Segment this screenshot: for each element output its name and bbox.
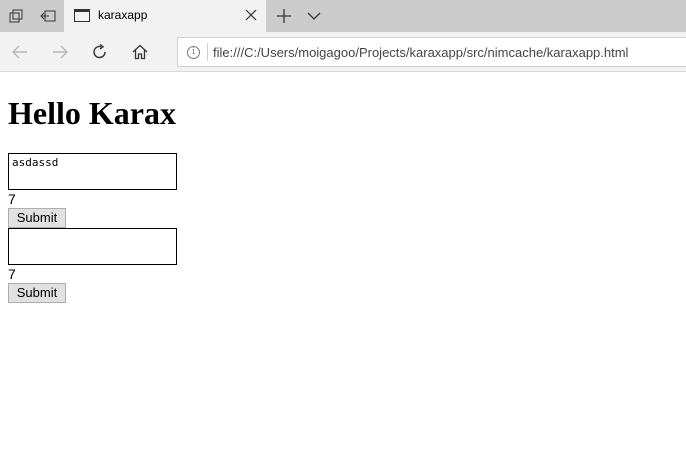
page-title: Hello Karax (8, 95, 176, 131)
tab-strip: karaxapp (0, 0, 686, 32)
set-tabs-aside-icon[interactable] (32, 0, 64, 32)
submit-button-2[interactable]: Submit (8, 283, 66, 303)
home-icon[interactable] (126, 38, 154, 66)
address-separator (207, 43, 208, 61)
chevron-down-icon[interactable] (301, 3, 327, 29)
navigation-bar: i file:///C:/Users/moigagoo/Projects/kar… (0, 32, 686, 72)
tab-title: karaxapp (98, 8, 148, 22)
page-content: Hello Karax asdassd 7 Submit 7 Submit (8, 73, 678, 303)
tab-groups-icon[interactable] (0, 0, 32, 32)
back-icon[interactable] (6, 38, 34, 66)
new-tab-icon[interactable] (271, 3, 297, 29)
text-input-2[interactable] (8, 228, 177, 265)
submit-button-1[interactable]: Submit (8, 208, 66, 228)
address-bar[interactable]: i file:///C:/Users/moigagoo/Projects/kar… (177, 37, 686, 67)
text-input-1[interactable]: asdassd (8, 153, 177, 190)
info-icon[interactable]: i (187, 46, 200, 59)
form-block-2: 7 Submit (8, 228, 678, 303)
forward-icon[interactable] (46, 38, 74, 66)
page-icon (74, 9, 90, 22)
url-text[interactable]: file:///C:/Users/moigagoo/Projects/karax… (213, 45, 628, 60)
close-tab-icon[interactable] (241, 5, 261, 25)
char-count-1: 7 (8, 191, 16, 207)
char-count-2: 7 (8, 266, 16, 282)
tab-karaxapp[interactable]: karaxapp (64, 0, 266, 32)
refresh-icon[interactable] (86, 38, 114, 66)
form-block-1: asdassd 7 Submit (8, 153, 678, 228)
